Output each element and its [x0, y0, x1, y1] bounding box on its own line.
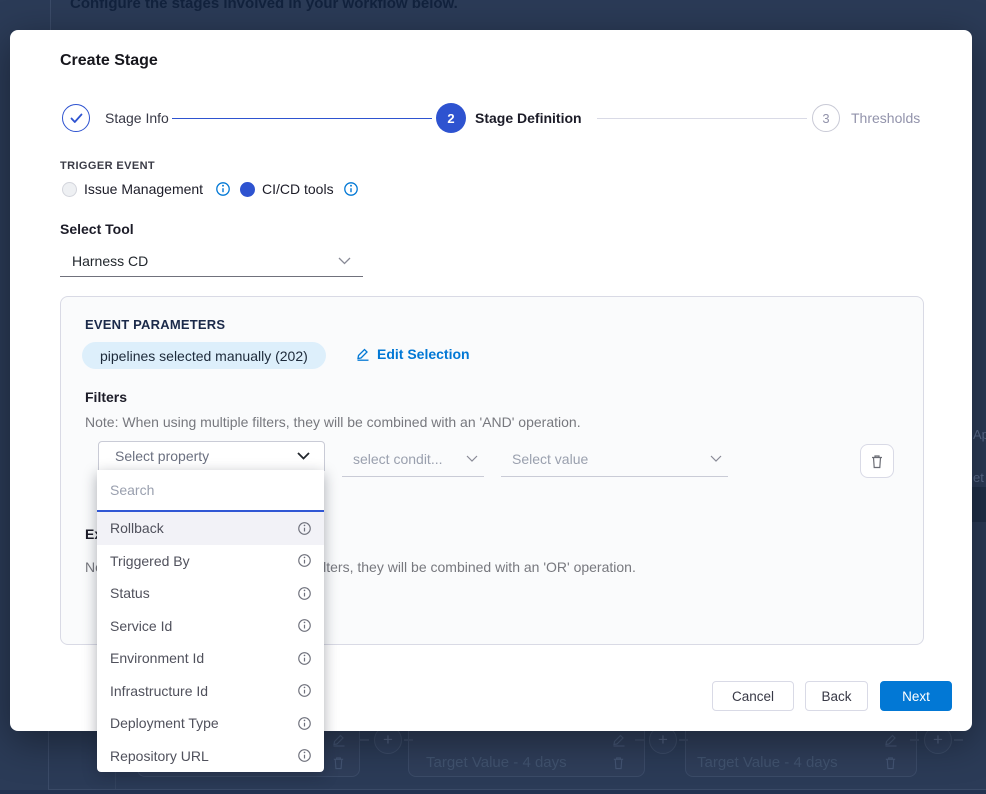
condition-select-placeholder: select condit...: [353, 451, 443, 467]
background-card-label: Target Value - 4 days: [426, 754, 567, 771]
condition-select[interactable]: select condit...: [342, 441, 484, 477]
dropdown-item-triggered-by[interactable]: Triggered By: [97, 545, 324, 578]
radio-issue-management[interactable]: [62, 182, 77, 197]
check-icon: [70, 113, 83, 124]
pencil-icon: [612, 733, 628, 747]
trash-icon: [870, 454, 884, 469]
search-input[interactable]: [110, 482, 311, 498]
dashed-connector: [635, 739, 644, 741]
value-select-placeholder: Select value: [512, 451, 588, 467]
next-button[interactable]: Next: [880, 681, 952, 711]
pencil-icon: [332, 733, 348, 747]
dashed-connector: [910, 739, 919, 741]
filters-title: Filters: [85, 389, 127, 405]
value-select[interactable]: Select value: [501, 441, 728, 477]
background-divider: [50, 0, 51, 30]
modal-title: Create Stage: [60, 52, 158, 70]
dropdown-item-infrastructure-id[interactable]: Infrastructure Id: [97, 675, 324, 708]
background-divider: [48, 731, 49, 789]
trash-icon: [612, 756, 628, 770]
info-icon[interactable]: [298, 652, 311, 665]
dashed-connector: [404, 739, 413, 741]
dashed-connector: [954, 739, 963, 741]
chevron-down-icon: [338, 257, 351, 265]
stepper-connector: [172, 118, 432, 119]
trigger-event-label: TRIGGER EVENT: [60, 160, 155, 172]
info-icon[interactable]: [298, 619, 311, 632]
info-icon[interactable]: [298, 684, 311, 697]
background-footer-strip: [0, 790, 986, 794]
edit-selection-link[interactable]: Edit Selection: [356, 346, 470, 362]
property-select[interactable]: Select property: [98, 441, 325, 471]
info-icon[interactable]: [298, 587, 311, 600]
cancel-button[interactable]: Cancel: [712, 681, 794, 711]
radio-cicd-tools-label[interactable]: CI/CD tools: [262, 181, 334, 197]
radio-issue-management-label[interactable]: Issue Management: [84, 181, 203, 197]
trash-icon: [884, 756, 900, 770]
step-stage-info-circle[interactable]: [62, 104, 90, 132]
dropdown-item-environment-id[interactable]: Environment Id: [97, 642, 324, 675]
property-dropdown: Rollback Triggered By Status Service Id …: [97, 470, 324, 772]
info-icon[interactable]: [216, 182, 230, 201]
screen: Configure the stages involved in your wo…: [0, 0, 986, 794]
dropdown-item-rollback[interactable]: Rollback: [97, 512, 324, 545]
dropdown-item-repository-url[interactable]: Repository URL: [97, 740, 324, 773]
step-thresholds-circle[interactable]: 3: [812, 104, 840, 132]
dropdown-item-deployment-type[interactable]: Deployment Type: [97, 707, 324, 740]
background-edit-delete: [332, 733, 348, 770]
info-icon[interactable]: [298, 749, 311, 762]
background-edit-delete: [612, 733, 628, 770]
info-icon[interactable]: [298, 554, 311, 567]
step-stage-definition-circle[interactable]: 2: [436, 103, 466, 133]
select-tool-label: Select Tool: [60, 221, 134, 237]
info-icon[interactable]: [344, 182, 358, 201]
step-stage-info-label[interactable]: Stage Info: [105, 110, 169, 126]
background-block: [972, 487, 986, 522]
background-fragment: et: [973, 470, 984, 485]
dropdown-item-service-id[interactable]: Service Id: [97, 610, 324, 643]
chevron-down-icon: [466, 455, 478, 462]
property-select-placeholder: Select property: [115, 448, 209, 464]
event-parameters-title: EVENT PARAMETERS: [85, 317, 225, 332]
background-heading: Configure the stages involved in your wo…: [70, 0, 458, 12]
trash-icon: [332, 756, 348, 770]
dropdown-item-status[interactable]: Status: [97, 577, 324, 610]
selection-pill: pipelines selected manually (202): [82, 342, 326, 369]
pencil-icon: [884, 733, 900, 747]
chevron-down-icon: [710, 455, 722, 462]
info-icon[interactable]: [298, 522, 311, 535]
filters-note: Note: When using multiple filters, they …: [85, 414, 581, 430]
step-thresholds-label[interactable]: Thresholds: [851, 110, 920, 126]
dashed-connector: [360, 739, 369, 741]
chevron-down-icon: [297, 452, 310, 460]
dropdown-search[interactable]: [97, 470, 324, 512]
stepper-connector: [597, 118, 807, 119]
background-edit-delete: [884, 733, 900, 770]
tool-select[interactable]: Harness CD: [60, 246, 363, 277]
delete-filter-button[interactable]: [860, 444, 894, 478]
step-stage-definition-label[interactable]: Stage Definition: [475, 110, 582, 126]
background-fragment: Ap: [973, 427, 986, 442]
pencil-icon: [356, 347, 370, 361]
radio-cicd-tools[interactable]: [240, 182, 255, 197]
back-button[interactable]: Back: [805, 681, 868, 711]
dashed-connector: [679, 739, 688, 741]
edit-selection-label: Edit Selection: [377, 346, 470, 362]
background-card-label: Target Value - 4 days: [697, 754, 838, 771]
info-icon[interactable]: [298, 717, 311, 730]
tool-select-value: Harness CD: [72, 253, 148, 269]
